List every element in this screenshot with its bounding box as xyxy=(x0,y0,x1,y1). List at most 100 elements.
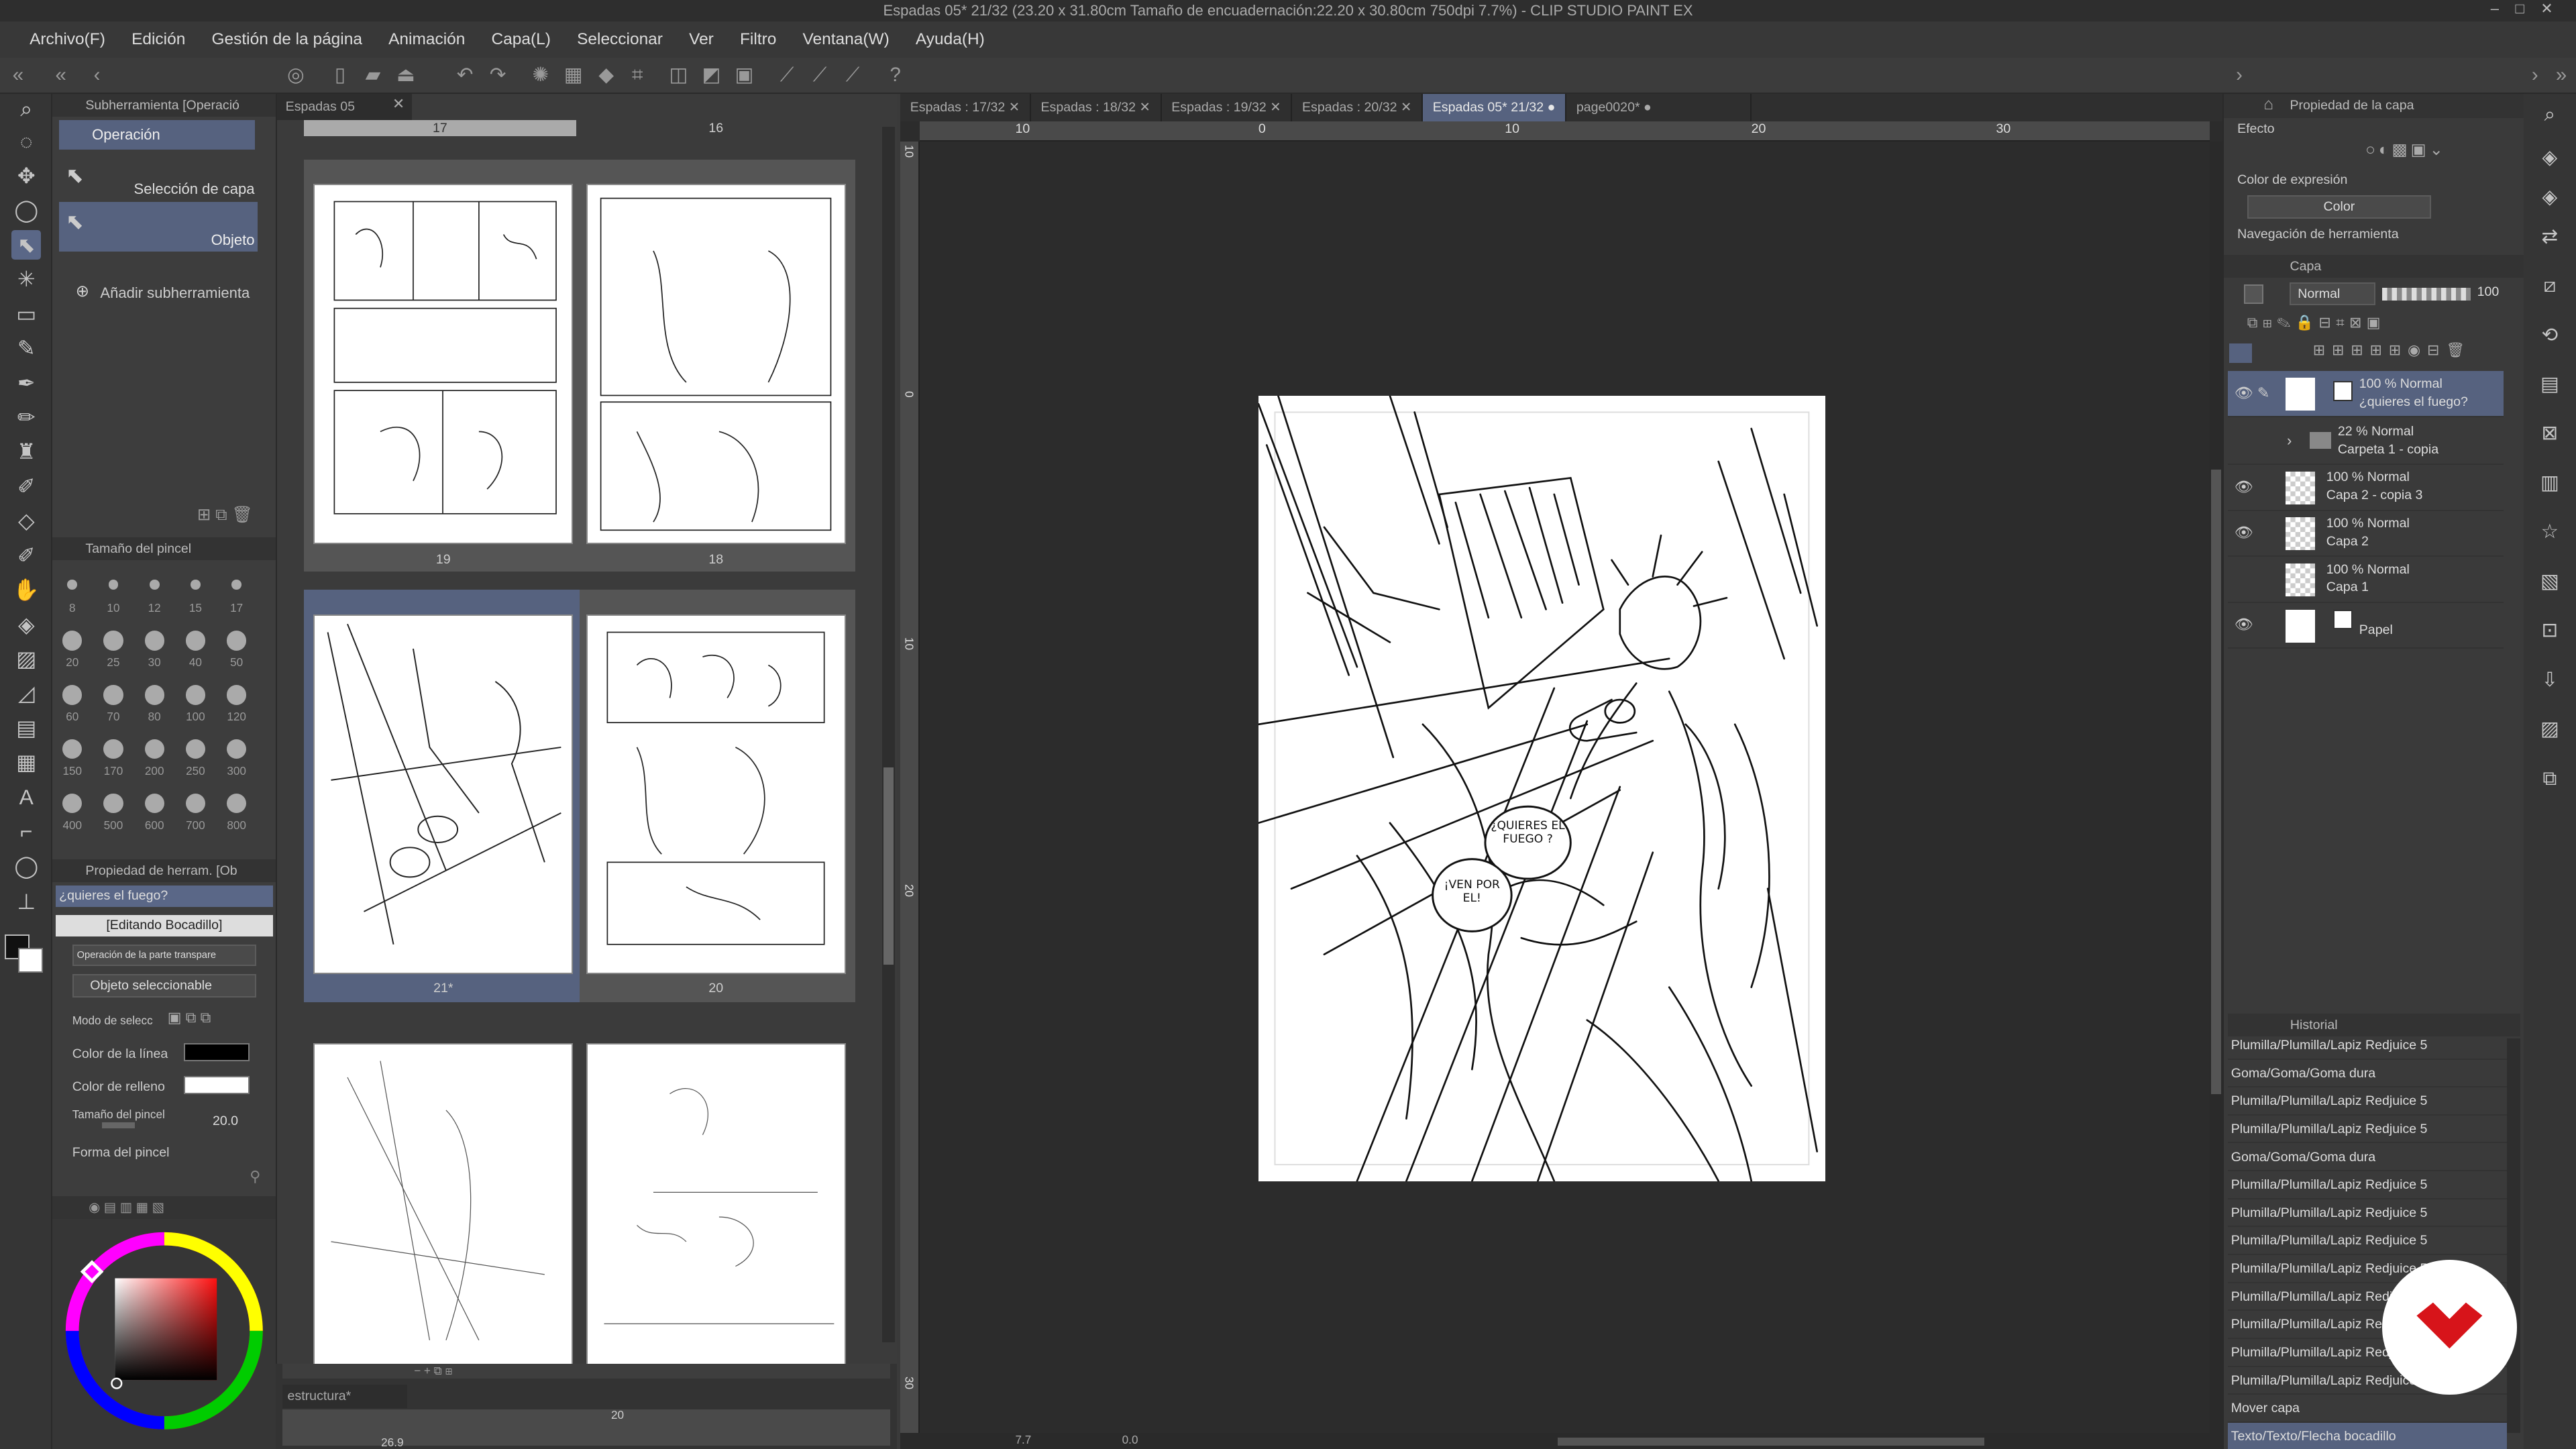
expression-color-select[interactable]: Color xyxy=(2247,195,2432,219)
menu-seleccionar[interactable]: Seleccionar xyxy=(564,30,676,49)
new-file-icon[interactable]: ▯ xyxy=(329,64,352,87)
brush-size-preset[interactable] xyxy=(191,580,201,590)
canvas-angle-value[interactable]: 0.0 xyxy=(1122,1433,1138,1447)
effect-buttons[interactable]: ○◐▩▣⌄ xyxy=(2365,140,2504,162)
brush-size-preset[interactable] xyxy=(103,685,123,705)
layer-color-box[interactable] xyxy=(2243,284,2264,305)
expand-right-icon[interactable]: › xyxy=(2524,64,2546,87)
material-5-icon[interactable]: ▥ xyxy=(2535,468,2565,498)
eye-icon[interactable]: 👁 xyxy=(2235,524,2253,541)
brush-size-preset[interactable] xyxy=(144,739,164,759)
brush-size-preset[interactable] xyxy=(62,685,83,705)
line-fix-icon[interactable]: ⊥ xyxy=(11,887,41,916)
layer-toolbar-2[interactable]: ⊞⊞⊞⊞⊞◉⊟🗑 xyxy=(2231,341,2518,364)
page-manager-scrollbar[interactable] xyxy=(881,126,896,1342)
app-logo-icon[interactable]: ◎ xyxy=(284,64,307,87)
canvas-v-scroll-thumb[interactable] xyxy=(2211,470,2222,1095)
ruler-icon[interactable]: ▦ xyxy=(11,747,41,777)
gradient-icon[interactable]: ▨ xyxy=(11,644,41,674)
lasso-select-icon[interactable]: ◌ xyxy=(11,127,41,156)
material-3-icon[interactable]: ▤ xyxy=(2535,370,2565,399)
history-item[interactable]: Plumilla/Plumilla/Lapiz Redjuice 5 xyxy=(2227,1087,2508,1116)
history-item[interactable]: Goma/Goma/Goma dura xyxy=(2227,1144,2508,1172)
layer-row-capa2[interactable]: 👁 100 % Normal Capa 2 xyxy=(2227,511,2504,557)
brush-size-preset[interactable] xyxy=(226,739,247,759)
layer-row-capa1[interactable]: 100 % Normal Capa 1 xyxy=(2227,557,2504,603)
brush-size-preset[interactable] xyxy=(231,580,241,590)
brush-size-preset[interactable] xyxy=(103,793,123,814)
history-item[interactable]: Texto/Texto/Flecha bocadillo xyxy=(2227,1422,2508,1449)
subtool-options-icon[interactable]: ⊞ ⧉ 🗑 xyxy=(197,504,253,525)
brush-size-preset[interactable] xyxy=(67,580,78,590)
add-subtool-button[interactable]: Añadir subherramienta xyxy=(100,284,250,302)
lasso-icon[interactable]: ◯ xyxy=(11,195,41,225)
color-wheel[interactable] xyxy=(62,1229,266,1433)
select-mode-buttons[interactable]: ▣ ⧉ ⧉ xyxy=(168,1009,244,1030)
canvas-h-scrollbar[interactable] xyxy=(1557,1437,1985,1446)
brush-size-preset[interactable] xyxy=(149,580,160,590)
line-color-swatch[interactable] xyxy=(184,1043,250,1062)
brush-size-preset[interactable] xyxy=(185,793,206,814)
panel-collapse-icon[interactable]: « xyxy=(7,64,30,87)
pen-icon[interactable]: ✒ xyxy=(11,368,41,398)
open-folder-icon[interactable]: ▰ xyxy=(362,64,384,87)
tab-page-20[interactable]: Espadas : 20/32 ✕ xyxy=(1292,93,1424,122)
tool-navigation-label[interactable]: Navegación de herramienta xyxy=(2237,227,2399,242)
panel-expand-icon[interactable]: » xyxy=(2550,64,2573,87)
balloon-icon[interactable]: ⌐ xyxy=(11,816,41,846)
invert-selection-icon[interactable]: ▦ xyxy=(562,64,585,87)
chevron-left-icon[interactable]: ‹ xyxy=(85,64,108,87)
eye-icon[interactable]: 👁 xyxy=(2235,384,2253,402)
history-item[interactable]: Goma/Goma/Goma dura xyxy=(2227,1060,2508,1088)
special-ruler-snap-icon[interactable]: ⟋ xyxy=(808,64,831,87)
page-manager-toolbar[interactable]: − + ⧉ ⊞ xyxy=(282,1363,891,1379)
operation-tool-icon[interactable]: ⬉ xyxy=(11,229,42,260)
menu-edicion[interactable]: Edición xyxy=(118,30,198,49)
clear-selection-icon[interactable]: ✺ xyxy=(529,64,552,87)
layer-row-capa2-copia3[interactable]: 👁 100 % Normal Capa 2 - copia 3 xyxy=(2227,465,2504,511)
vertical-ruler[interactable]: 10 0 10 20 30 xyxy=(900,141,920,1449)
brush-size-preset[interactable] xyxy=(103,631,123,651)
ruler-snap-icon[interactable]: ⟋ xyxy=(775,64,798,87)
tab-page0020[interactable]: page0020* ● xyxy=(1566,93,1752,122)
menu-ver[interactable]: Ver xyxy=(676,30,727,49)
move-icon[interactable]: ✥ xyxy=(11,161,41,191)
layer-row-papel[interactable]: 👁 Papel xyxy=(2227,603,2504,649)
fill-color-swatch[interactable] xyxy=(184,1076,250,1095)
tab-page-21[interactable]: Espadas 05* 21/32 ● xyxy=(1423,93,1567,122)
menu-archivo[interactable]: Archivo(F) xyxy=(16,30,118,49)
navigator-icon[interactable]: ⌕ xyxy=(2535,100,2565,129)
page-manager-scroll-thumb[interactable] xyxy=(883,767,894,965)
crop-icon[interactable]: ◩ xyxy=(700,64,722,87)
brush-size-preset[interactable] xyxy=(62,793,83,814)
eyedropper-icon[interactable]: ✎ xyxy=(11,333,41,363)
menu-animacion[interactable]: Animación xyxy=(376,30,478,49)
menu-ventana[interactable]: Ventana(W) xyxy=(790,30,902,49)
close-icon[interactable]: ✕ xyxy=(392,95,405,113)
menu-gestion-pagina[interactable]: Gestión de la página xyxy=(199,30,376,49)
airbrush-icon[interactable]: ✐ xyxy=(11,472,41,501)
correct-line-icon[interactable]: ◯ xyxy=(11,851,41,881)
figure-icon[interactable]: ◿ xyxy=(11,678,41,708)
history-item[interactable]: Plumilla/Plumilla/Lapiz Redjuice 5 xyxy=(2227,1227,2508,1256)
chevron-right-icon[interactable]: › xyxy=(2228,64,2251,87)
brush-shape-select[interactable]: Forma del pincel xyxy=(72,1145,256,1165)
timeline-tab[interactable]: estructura* xyxy=(282,1385,408,1408)
hide-selection-icon[interactable]: ◫ xyxy=(667,64,690,87)
history-item[interactable]: Plumilla/Plumilla/Lapiz Redjuice 5 xyxy=(2227,1199,2508,1228)
layer-list-mode-icon[interactable] xyxy=(2229,343,2253,364)
chevron-right-icon[interactable]: › xyxy=(2287,432,2292,449)
brush-size-preset[interactable] xyxy=(144,793,164,814)
canvas-page[interactable]: ¿QUIERES EL FUEGO ? ¡VEN POR EL! xyxy=(1258,396,1825,1181)
material-2-icon[interactable]: ⟲ xyxy=(2535,321,2565,350)
material-8-icon[interactable]: ⊡ xyxy=(2535,616,2565,645)
horizontal-ruler[interactable]: 10 0 10 20 30 xyxy=(920,121,2210,142)
timeline-track[interactable] xyxy=(282,1409,891,1446)
transparent-operation-select[interactable]: Operación de la parte transpare xyxy=(72,945,257,966)
clear-icon[interactable]: ▣ xyxy=(733,64,755,87)
transform-icon[interactable]: ⌗ xyxy=(626,64,649,87)
material-icon[interactable]: ⧄ xyxy=(2535,271,2565,301)
material-9-icon[interactable]: ⇩ xyxy=(2535,665,2565,695)
ruler-tool-icon[interactable]: ▭ xyxy=(11,299,41,329)
text-icon[interactable]: A xyxy=(11,782,41,812)
